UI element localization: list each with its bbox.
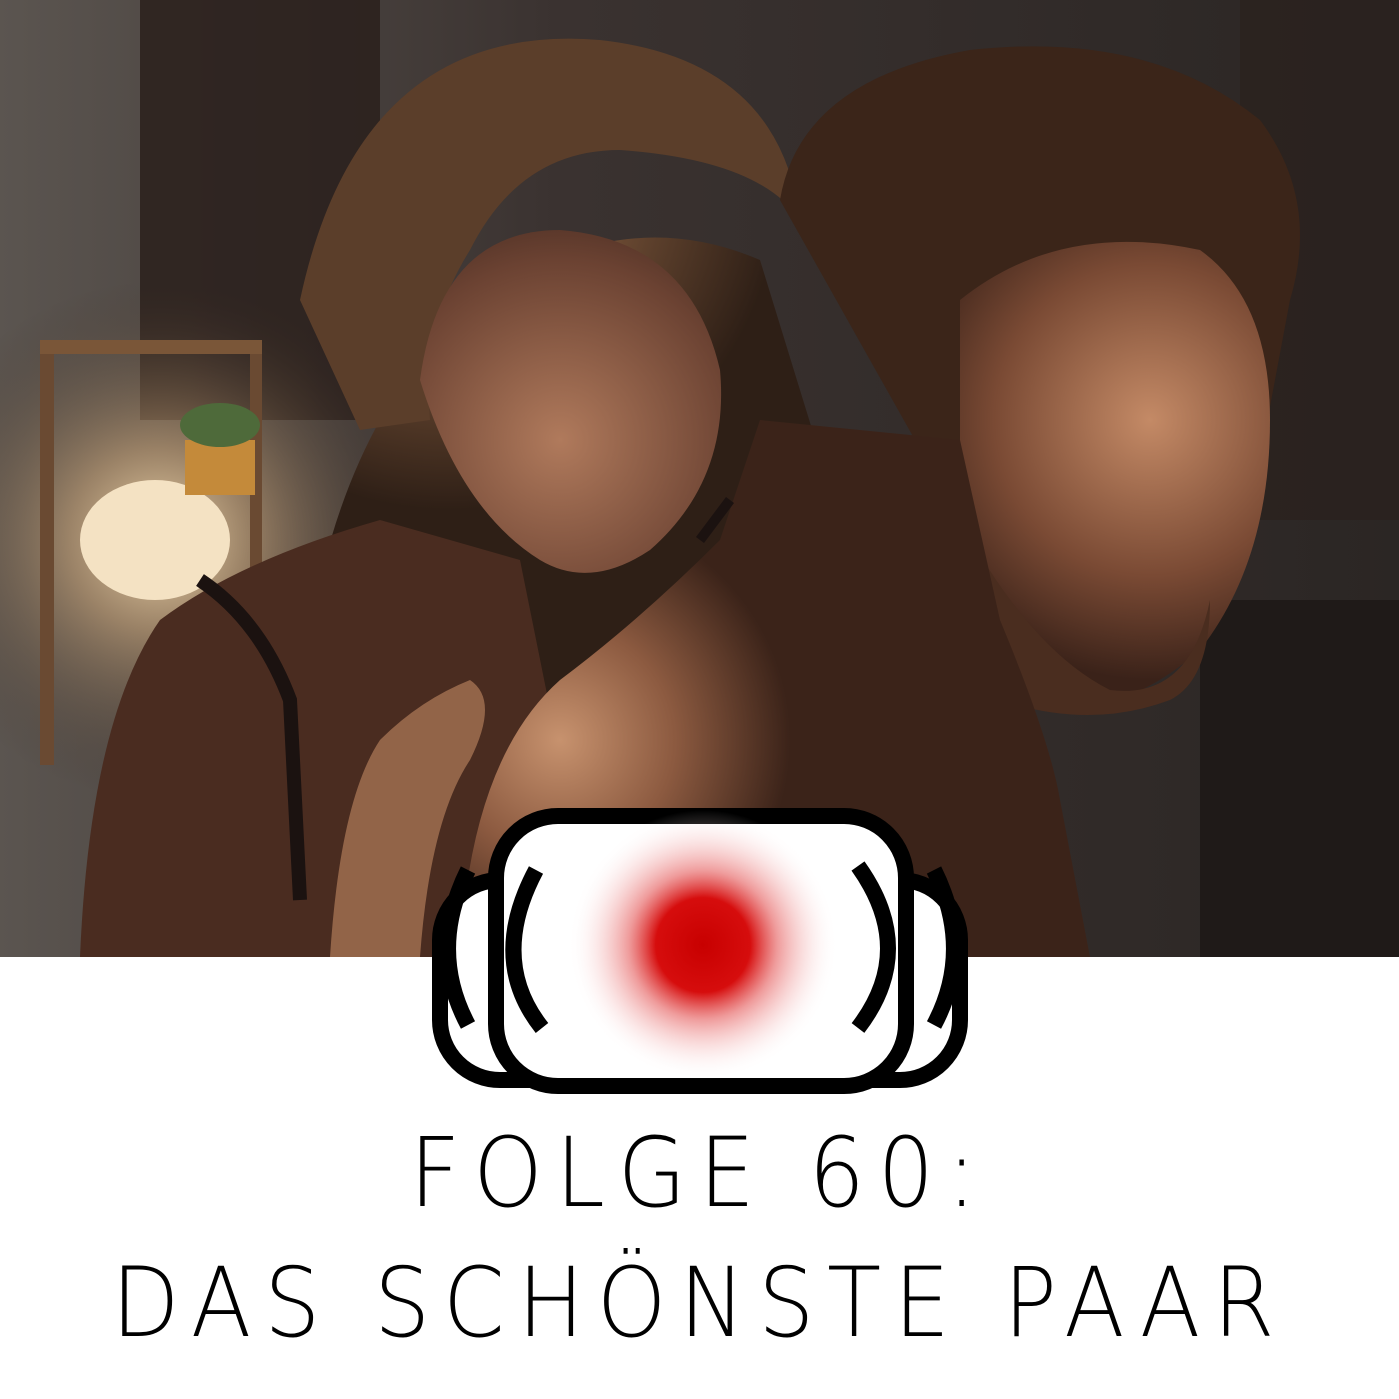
episode-name-title: DAS SCHÖNSTE PAAR	[111, 1247, 1288, 1359]
episode-number-title: FOLGE 60:	[409, 1117, 990, 1229]
camera-lens-icon	[432, 808, 968, 1094]
